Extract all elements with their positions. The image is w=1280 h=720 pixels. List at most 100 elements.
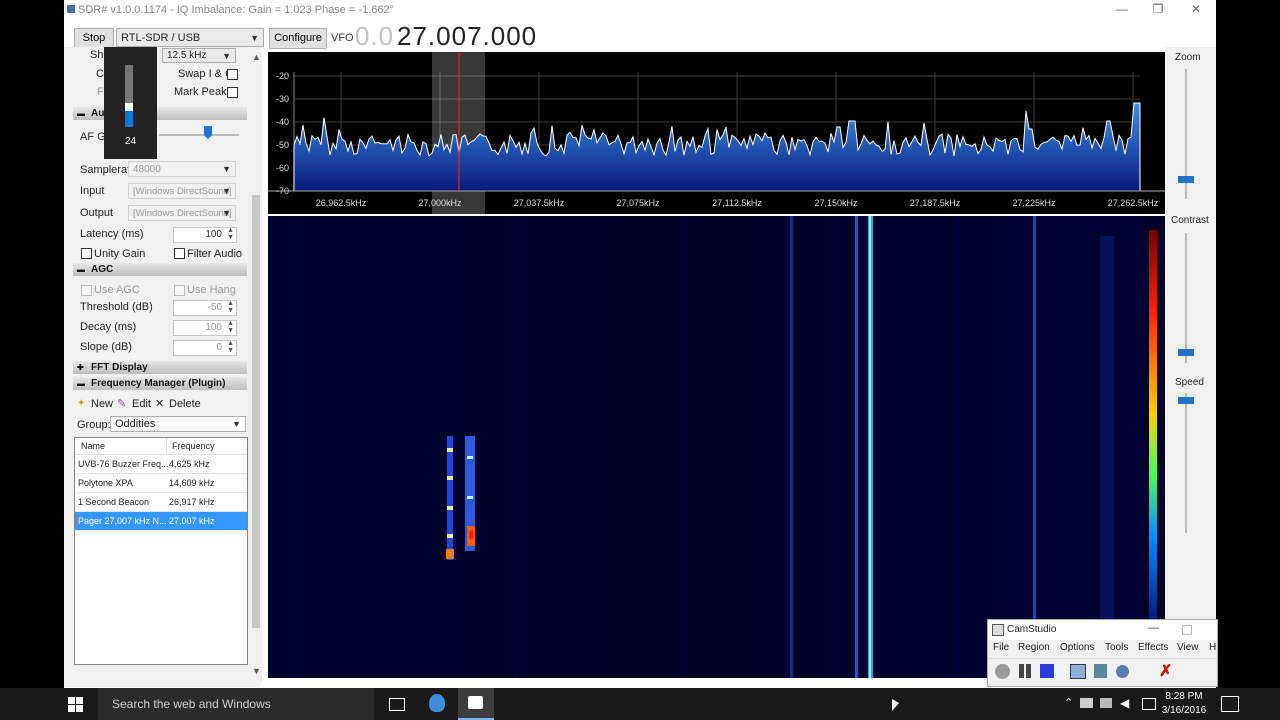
delete-icon: ✕ bbox=[155, 398, 165, 410]
column-name[interactable]: Name bbox=[81, 441, 105, 451]
spectrum-analyzer[interactable]: -20 -30 -40 -50 -60 -70 26,962.5kHz 27,0… bbox=[268, 52, 1165, 214]
row-frequency: 4,625 kHz bbox=[169, 459, 210, 469]
web-icon[interactable] bbox=[1116, 665, 1129, 678]
scroll-down-icon[interactable]: ▼ bbox=[252, 666, 261, 676]
minimize-button[interactable]: — bbox=[1104, 0, 1140, 20]
volume-thumb[interactable] bbox=[125, 103, 133, 111]
use-agc-checkbox[interactable] bbox=[81, 285, 92, 296]
restore-button[interactable]: ❐ bbox=[1140, 0, 1176, 20]
menu-tools[interactable]: Tools bbox=[1105, 641, 1128, 655]
menu-view[interactable]: View bbox=[1177, 641, 1199, 655]
active-app-taskbar-button[interactable] bbox=[458, 688, 494, 720]
zoom-thumb[interactable] bbox=[1178, 176, 1194, 183]
audio-section-header[interactable]: ▬ Au bbox=[73, 107, 247, 120]
new-button[interactable]: ✦ New bbox=[77, 397, 113, 411]
annotation-icon[interactable]: ✗ bbox=[1159, 661, 1172, 681]
fft-display-label: FFT Display bbox=[91, 362, 148, 373]
input-select[interactable]: [Windows DirectSound] ▼ bbox=[128, 183, 236, 199]
filter-audio-checkbox[interactable] bbox=[174, 248, 185, 259]
camstudio-icon bbox=[992, 624, 1004, 636]
swap-iq-checkbox[interactable] bbox=[227, 69, 238, 80]
decay-input[interactable]: 100 ▲ ▼ bbox=[173, 320, 237, 336]
source-select[interactable]: RTL-SDR / USB ▼ bbox=[116, 28, 264, 47]
edit-button[interactable]: ✎ Edit bbox=[117, 397, 151, 411]
search-box[interactable]: Search the web and Windows bbox=[98, 688, 374, 720]
spinner-icon[interactable]: ▲ ▼ bbox=[227, 300, 234, 314]
delete-button[interactable]: ✕ Delete bbox=[155, 397, 201, 411]
output-select[interactable]: [Windows DirectSound] ▼ bbox=[128, 205, 236, 221]
af-gain-track[interactable] bbox=[159, 134, 239, 136]
task-view-icon[interactable] bbox=[389, 698, 405, 711]
camstudio-minimize-button[interactable]: — bbox=[1148, 622, 1159, 634]
chevron-up-icon[interactable]: ⌃ bbox=[1064, 696, 1073, 709]
stop-icon[interactable] bbox=[1040, 664, 1054, 678]
close-button[interactable]: ✕ bbox=[1178, 0, 1214, 20]
agc-section-header[interactable]: ▬ AGC bbox=[73, 263, 247, 276]
spinner-icon[interactable]: ▲ ▼ bbox=[227, 227, 234, 241]
action-center-icon[interactable] bbox=[1221, 696, 1239, 712]
bandwidth-select[interactable]: 12.5 kHz ▼ bbox=[162, 48, 236, 63]
clock-date[interactable]: 3/16/2016 bbox=[1161, 705, 1207, 716]
af-gain-thumb[interactable] bbox=[204, 126, 212, 139]
latency-input[interactable]: 100 ▲ ▼ bbox=[173, 227, 237, 243]
collapse-icon: ▬ bbox=[77, 379, 85, 388]
frequency-manager-section-header[interactable]: ▬ Frequency Manager (Plugin) bbox=[73, 377, 247, 390]
table-row[interactable]: UVB-76 Buzzer Freq... 4,625 kHz bbox=[75, 455, 247, 474]
speed-label: Speed bbox=[1175, 377, 1204, 388]
unity-gain-checkbox[interactable] bbox=[81, 248, 92, 259]
scroll-up-icon[interactable]: ▲ bbox=[252, 52, 261, 62]
menu-help[interactable]: H bbox=[1209, 641, 1216, 655]
video-options-icon[interactable] bbox=[1094, 664, 1107, 678]
volume-icon[interactable]: ◀ bbox=[1120, 696, 1129, 710]
expand-icon: ✚ bbox=[77, 363, 84, 372]
sdr-taskbar-icon[interactable] bbox=[429, 694, 445, 712]
vfo-leading-digits[interactable]: 0.0 bbox=[355, 21, 394, 52]
stop-button[interactable]: Stop bbox=[74, 28, 114, 49]
threshold-input[interactable]: -50 ▲ ▼ bbox=[173, 300, 237, 316]
waterfall-svg bbox=[268, 216, 1157, 678]
mark-peaks-checkbox[interactable] bbox=[227, 87, 238, 98]
table-row[interactable]: Polytone XPA 14,609 kHz bbox=[75, 474, 247, 493]
waterfall-display[interactable] bbox=[268, 216, 1165, 678]
slope-input[interactable]: 0 ▲ ▼ bbox=[173, 340, 237, 356]
table-row-selected[interactable]: Pager 27,007 kHz N... 27,007 kHz bbox=[75, 512, 247, 531]
spinner-icon[interactable]: ▲ ▼ bbox=[227, 320, 234, 334]
menu-options[interactable]: Options bbox=[1060, 641, 1094, 655]
table-row[interactable]: 1 Second Beacon 26,917 kHz bbox=[75, 493, 247, 512]
signal-trace bbox=[790, 216, 793, 678]
settings-scrollbar[interactable]: ▲ ▼ bbox=[250, 52, 262, 682]
camstudio-maximize-button[interactable] bbox=[1182, 625, 1192, 635]
battery-icon[interactable] bbox=[1080, 698, 1093, 708]
source-value: RTL-SDR / USB bbox=[121, 32, 201, 44]
contrast-track[interactable] bbox=[1185, 233, 1187, 363]
spinner-icon[interactable]: ▲ ▼ bbox=[227, 340, 234, 354]
use-hang-checkbox[interactable] bbox=[174, 285, 185, 296]
db-label: -20 bbox=[276, 71, 289, 81]
region-icon[interactable] bbox=[1070, 664, 1086, 679]
speed-thumb[interactable] bbox=[1178, 397, 1194, 404]
configure-button[interactable]: Configure bbox=[269, 28, 327, 49]
windows-start-icon[interactable] bbox=[68, 697, 83, 712]
clock-time[interactable]: 8:28 PM bbox=[1163, 691, 1205, 702]
menu-file[interactable]: File bbox=[993, 641, 1009, 655]
speed-track[interactable] bbox=[1185, 393, 1187, 533]
record-icon[interactable] bbox=[995, 664, 1010, 679]
keyboard-icon[interactable] bbox=[1142, 698, 1156, 710]
fft-display-section-header[interactable]: ✚ FFT Display bbox=[73, 361, 247, 374]
network-icon[interactable] bbox=[1100, 698, 1112, 708]
pause-icon[interactable] bbox=[1019, 664, 1024, 678]
volume-track[interactable] bbox=[125, 65, 133, 127]
samplerate-select[interactable]: 48000 ▼ bbox=[128, 161, 236, 177]
frequency-table: Name Frequency UVB-76 Buzzer Freq... 4,6… bbox=[74, 437, 248, 665]
group-select[interactable]: Oddities ▼ bbox=[110, 416, 246, 432]
freq-label: 27,112.5kHz bbox=[712, 198, 762, 208]
column-frequency[interactable]: Frequency bbox=[172, 441, 215, 451]
group-label: Group: bbox=[77, 419, 111, 431]
menu-region[interactable]: Region bbox=[1018, 641, 1050, 655]
db-label: -60 bbox=[276, 163, 289, 173]
contrast-thumb[interactable] bbox=[1178, 349, 1194, 356]
unity-gain-label: Unity Gain bbox=[94, 248, 146, 260]
vfo-frequency[interactable]: 27.007.000 bbox=[397, 21, 537, 52]
scroll-thumb[interactable] bbox=[252, 195, 260, 628]
menu-effects[interactable]: Effects bbox=[1138, 641, 1168, 655]
